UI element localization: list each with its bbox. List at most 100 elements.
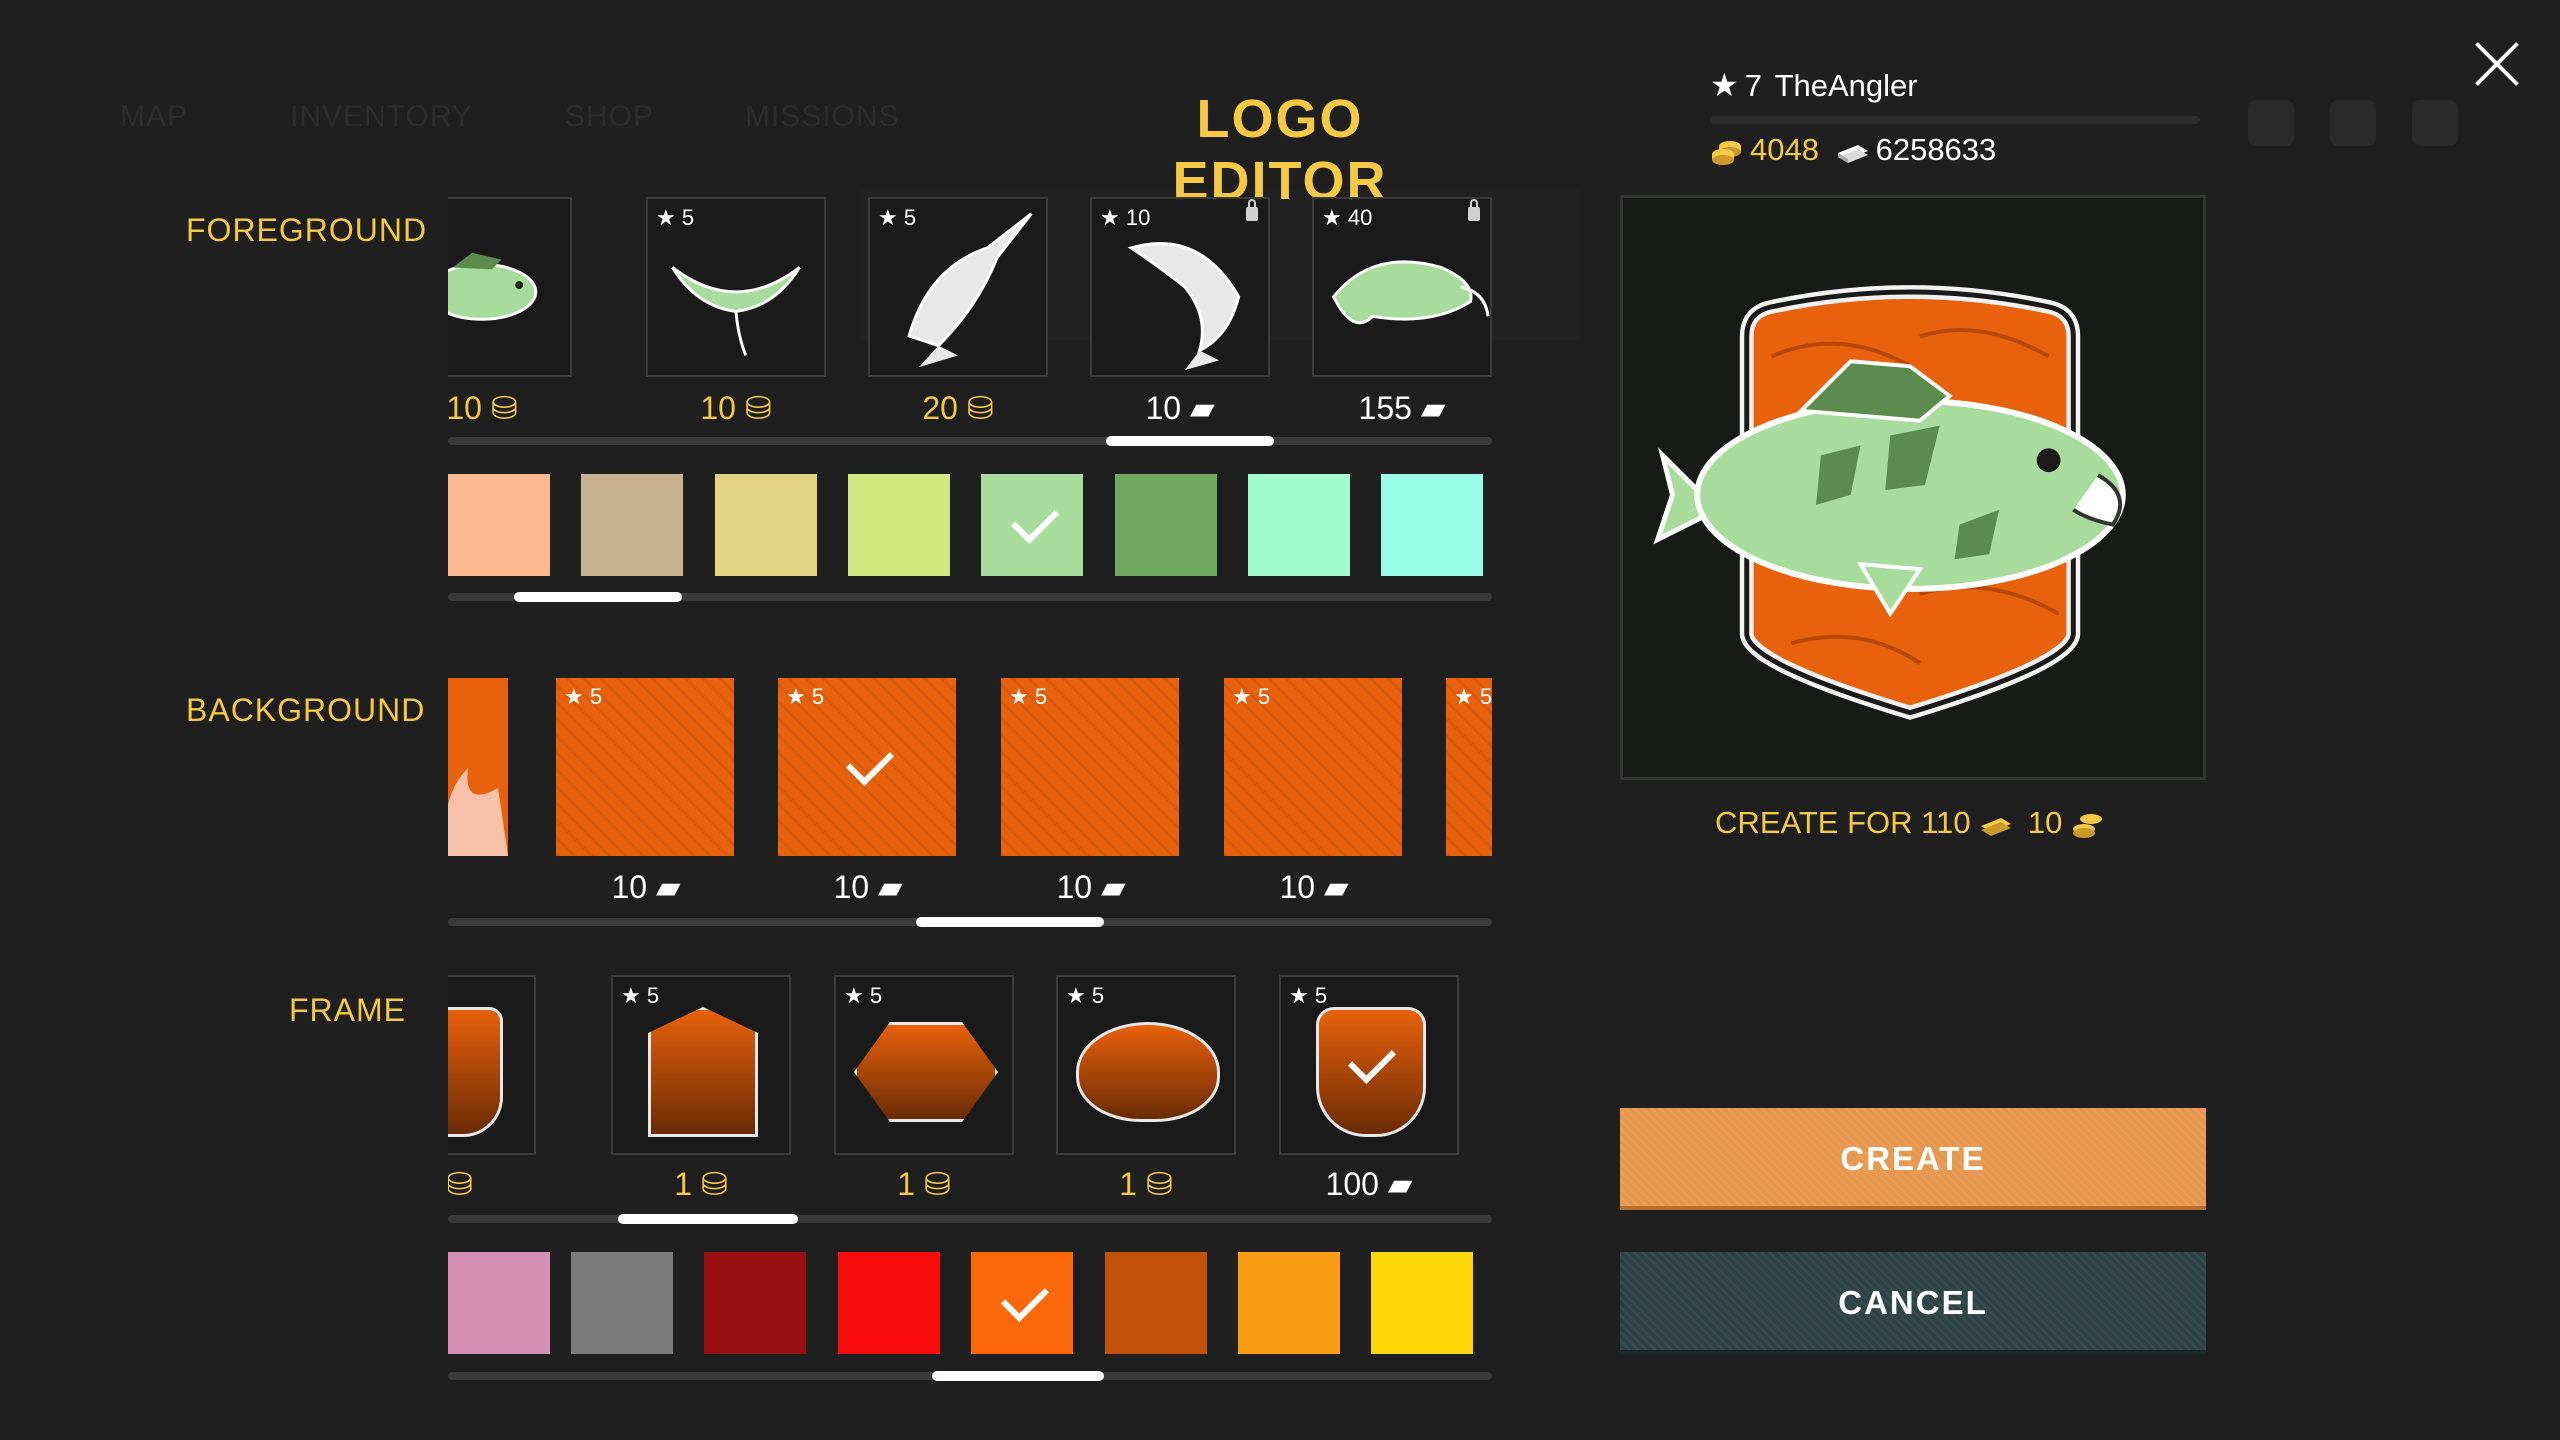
bg-tab-missions: MISSIONS (745, 100, 900, 133)
color-swatch[interactable] (571, 1252, 673, 1354)
star-badge: ★ 10 (1100, 205, 1151, 230)
star-badge: ★ 40 (1322, 205, 1373, 230)
star-badge: ★ 5 (1066, 983, 1105, 1008)
frame-tile[interactable]: ★ 5 (1279, 975, 1459, 1155)
create-cost: CREATE FOR 110 10 (1620, 805, 2206, 841)
frame-price: 1 ⛁ (448, 1166, 473, 1202)
frame-tile[interactable]: ★ 5 (834, 975, 1014, 1155)
star-badge: ★ 5 (1289, 983, 1328, 1008)
color-swatch[interactable] (1238, 1252, 1340, 1354)
color-swatch[interactable] (704, 1252, 806, 1354)
frame-color-scrollbar[interactable] (448, 1371, 1492, 1381)
color-swatch[interactable] (1105, 1252, 1207, 1354)
check-icon (1010, 495, 1060, 545)
close-icon[interactable] (2472, 40, 2520, 88)
frame-oval-shape (1076, 1022, 1220, 1122)
color-swatch[interactable] (1115, 474, 1217, 576)
bg-tab-map: MAP (120, 100, 189, 133)
color-swatch[interactable] (838, 1252, 940, 1354)
cost-label: CREATE FOR (1715, 805, 1913, 840)
foreground-price: 10 ⛁ (700, 390, 772, 426)
background-tile[interactable] (448, 678, 508, 856)
foreground-list: ★ 5 10 ⛁ ★ 5 10 ⛁ ★ 5 20 ⛁ ★ 10 10 ▰ (448, 197, 1492, 437)
foreground-color-list (448, 474, 1492, 578)
bass-icon (448, 252, 538, 321)
star-badge: ★ 5 (1232, 684, 1271, 709)
background-scrollbar[interactable] (448, 917, 1492, 927)
color-swatch[interactable] (981, 474, 1083, 576)
color-swatch[interactable] (715, 474, 817, 576)
gold-amount: 4048 (1750, 132, 1819, 167)
scroll-thumb[interactable] (1106, 436, 1274, 446)
logo-preview (1620, 195, 2206, 780)
frame-price: 100 ▰ (1325, 1166, 1413, 1202)
background-tile[interactable]: ★ 5 (1446, 678, 1492, 856)
frame-pentagon-shape (648, 1007, 758, 1137)
lock-icon (1468, 199, 1480, 221)
background-tile[interactable]: ★ 5 (778, 678, 956, 856)
scroll-thumb[interactable] (932, 1371, 1104, 1381)
background-price: ▰ (448, 868, 508, 906)
cancel-button[interactable]: CANCEL (1620, 1252, 2206, 1354)
scroll-thumb[interactable] (618, 1214, 798, 1224)
star-badge: ★ 5 (844, 983, 883, 1008)
frame-list: 1 ⛁ ★ 5 1 ⛁ ★ 5 1 ⛁ ★ 5 1 ⛁ ★ 5 100 ▰ (448, 975, 1492, 1215)
check-icon (1000, 1273, 1050, 1323)
lock-icon (1246, 199, 1258, 221)
frame-tile[interactable] (448, 975, 536, 1155)
player-info: ★ 7 TheAngler (1710, 66, 1918, 104)
foreground-scrollbar[interactable] (448, 436, 1492, 446)
bg-chart-icon (2248, 100, 2294, 146)
background-price: 10 ▰ (1279, 869, 1349, 905)
frame-tile[interactable]: ★ 5 (1056, 975, 1236, 1155)
xp-bar (1710, 116, 2200, 124)
logo-preview-image (1653, 285, 2126, 720)
color-swatch[interactable] (971, 1252, 1073, 1354)
frame-tile[interactable]: ★ 5 (611, 975, 791, 1155)
bg-people-icon (2330, 100, 2376, 146)
bg-gear-icon (2412, 100, 2458, 146)
bg-tab-shop: SHOP (565, 100, 655, 133)
foreground-tile[interactable]: ★ 5 (646, 197, 826, 377)
star-badge: ★ 5 (564, 684, 603, 709)
scroll-thumb[interactable] (514, 592, 682, 602)
scroll-thumb[interactable] (916, 917, 1104, 927)
frame-scrollbar[interactable] (448, 1214, 1492, 1224)
create-button[interactable]: CREATE (1620, 1108, 2206, 1210)
silver-bills-icon (1981, 817, 2012, 836)
foreground-color-scrollbar[interactable] (448, 592, 1492, 602)
frame-color-list (448, 1252, 1492, 1356)
silver-amount: 6258633 (1875, 132, 1997, 167)
frame-rounded-shape (448, 1007, 503, 1137)
page-title: LOGO EDITOR (1172, 89, 1388, 211)
currencies: 4048 6258633 (1710, 132, 1996, 168)
star-badge: ★ 5 (1454, 684, 1492, 709)
cost-silver: 110 (1921, 805, 1971, 840)
color-swatch[interactable] (1381, 474, 1483, 576)
gold-coins-icon (1712, 140, 1741, 165)
color-swatch[interactable] (448, 474, 550, 576)
bg-tab-inventory: INVENTORY (290, 100, 473, 133)
foreground-price: 20 ⛁ (922, 390, 994, 426)
color-swatch[interactable] (581, 474, 683, 576)
color-swatch[interactable] (448, 1252, 550, 1354)
foreground-tile[interactable]: ★ 5 (868, 197, 1048, 377)
foreground-tile[interactable]: ★ 10 (1090, 197, 1270, 377)
color-swatch[interactable] (1371, 1252, 1473, 1354)
background-tile[interactable]: ★ 5 (1224, 678, 1402, 856)
frame-price: 1 ⛁ (1119, 1166, 1173, 1202)
color-swatch[interactable] (1248, 474, 1350, 576)
frame-price: 1 ⛁ (674, 1166, 728, 1202)
foreground-label: FOREGROUND (186, 212, 428, 248)
frame-hexagon-shape (854, 1022, 998, 1122)
star-badge: ★ 5 (621, 983, 660, 1008)
foreground-tile[interactable]: ★ 5 (448, 197, 572, 377)
background-label: BACKGROUND (186, 692, 426, 728)
star-badge: ★ 5 (878, 205, 917, 230)
color-swatch[interactable] (848, 474, 950, 576)
star-badge: ★ 5 (1009, 684, 1048, 709)
foreground-tile[interactable]: ★ 40 (1312, 197, 1492, 377)
star-icon: ★ (1710, 67, 1739, 103)
background-tile[interactable]: ★ 5 (556, 678, 734, 856)
background-tile[interactable]: ★ 5 (1001, 678, 1179, 856)
